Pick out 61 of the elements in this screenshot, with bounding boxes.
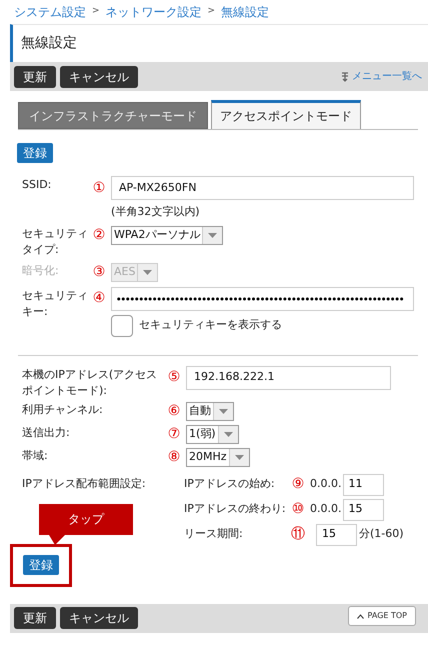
breadcrumb-link[interactable]: 無線設定: [221, 3, 270, 21]
dropdown[interactable]: 20MHz: [186, 448, 250, 466]
menu-list-icon: [341, 72, 349, 82]
checkbox[interactable]: [111, 314, 133, 336]
address-prefix: 0.0.0.: [310, 476, 342, 492]
annotation-number: ⑤: [166, 368, 182, 387]
field-label: 本機のIPアドレス(アクセスポイントモード):: [22, 366, 158, 398]
annotation-number: ⑥: [166, 402, 182, 420]
field-note: (半角32文字以内): [110, 204, 201, 220]
field-label: 送信出力:: [22, 424, 71, 440]
toolbar-button[interactable]: 更新: [14, 607, 56, 629]
dropdown[interactable]: 自動: [186, 402, 234, 420]
annotation-number: ⑪: [290, 525, 306, 544]
dropdown-arrow-icon: [143, 270, 152, 274]
annotation-number: ②: [92, 226, 106, 244]
dropdown-arrow-icon: [208, 232, 218, 238]
dropdown[interactable]: 1(弱): [186, 424, 239, 444]
breadcrumb-separator: >: [92, 5, 100, 18]
address-prefix: 0.0.0.: [310, 501, 342, 518]
dropdown-arrow-icon: [234, 454, 244, 460]
annotation-number: ①: [92, 178, 106, 198]
field-label: セキュリティキー:: [22, 288, 89, 320]
page-title: 無線設定: [21, 34, 77, 53]
field-label: IPアドレスの終わり:: [184, 501, 287, 518]
breadcrumb-separator: >: [208, 5, 216, 18]
text-field[interactable]: 192.168.222.1: [186, 366, 391, 390]
field-label: IPアドレス配布範囲設定:: [22, 476, 147, 492]
annotation-number: ⑩: [290, 500, 306, 519]
tab[interactable]: アクセスポイントモード: [211, 100, 361, 129]
field-label: 帯域:: [22, 448, 49, 464]
text-field[interactable]: AP-MX2650FN: [111, 176, 414, 200]
annotation-number: ③: [92, 262, 106, 282]
annotation-number: ⑨: [290, 475, 306, 494]
tab[interactable]: インフラストラクチャーモード: [18, 102, 208, 129]
dropdown[interactable]: WPA2パーソナル: [111, 226, 224, 244]
breadcrumb-link[interactable]: システム設定: [14, 3, 86, 21]
annotation-number: ⑦: [166, 424, 182, 444]
dropdown-arrow-icon: [224, 432, 233, 436]
checkbox-label: セキュリティキーを表示する: [139, 317, 282, 334]
annotation-number: ⑧: [166, 448, 182, 466]
annotation-number: ④: [92, 289, 106, 308]
field-label: IPアドレスの始め:: [184, 476, 276, 492]
page-top-button[interactable]: PAGE TOP: [348, 606, 416, 626]
callout: タップ: [39, 504, 133, 534]
field-label: SSID:: [22, 177, 52, 193]
field-label: 暗号化:: [22, 262, 60, 278]
text-field[interactable]: 15: [316, 524, 357, 546]
toolbar-button[interactable]: キャンセル: [60, 66, 138, 88]
field-label: セキュリティタイプ:: [22, 226, 89, 258]
toolbar-button[interactable]: キャンセル: [60, 607, 138, 629]
text-field[interactable]: 15: [342, 498, 384, 520]
chevron-up-icon: [356, 614, 364, 618]
breadcrumb-link[interactable]: ネットワーク設定: [106, 3, 202, 21]
unit-label: 分(1-60): [359, 526, 404, 542]
dropdown-arrow-icon: [219, 408, 228, 414]
register-button[interactable]: 登録: [23, 555, 59, 575]
text-field[interactable]: 11: [342, 474, 384, 496]
toolbar-button[interactable]: 更新: [14, 66, 56, 88]
field-label: リース期間:: [184, 526, 244, 542]
field-label: 利用チャンネル:: [22, 402, 104, 418]
register-button[interactable]: 登録: [17, 143, 53, 163]
